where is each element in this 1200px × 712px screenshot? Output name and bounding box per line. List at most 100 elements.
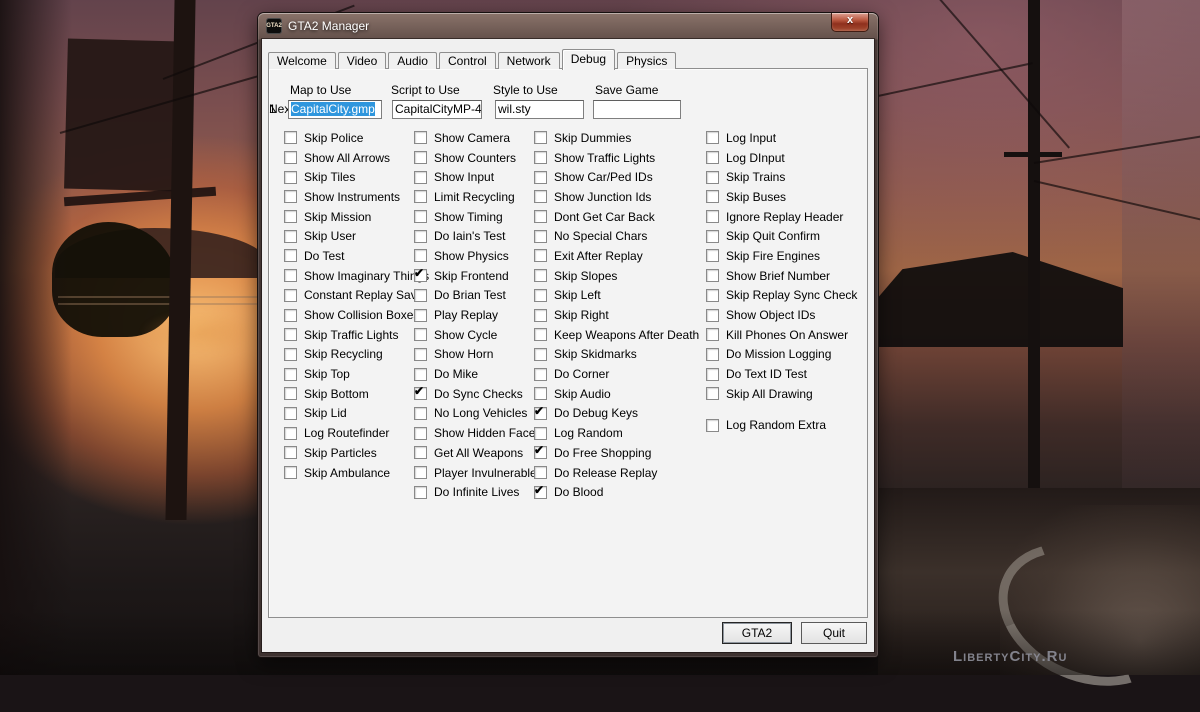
checkbox-do-brian-test[interactable]: Do Brian Test	[414, 286, 541, 306]
checkbox-skip-traffic-lights[interactable]: Skip Traffic Lights	[284, 325, 429, 345]
close-button[interactable]: x	[831, 13, 869, 32]
checkbox-keep-weapons-after-death[interactable]: Keep Weapons After Death	[534, 325, 699, 345]
checkbox-log-dinput[interactable]: Log DInput	[706, 148, 857, 168]
checkbox-show-all-arrows[interactable]: Show All Arrows	[284, 148, 429, 168]
tab-control[interactable]: Control	[438, 52, 496, 69]
checkbox-box: ✔	[534, 444, 547, 460]
checkbox-play-replay[interactable]: Play Replay	[414, 305, 541, 325]
checkbox-do-infinite-lives[interactable]: Do Infinite Lives	[414, 482, 541, 502]
checkbox-do-free-shopping[interactable]: ✔ Do Free Shopping	[534, 443, 699, 463]
checkbox-label: Exit After Replay	[554, 248, 643, 263]
checkbox-show-input[interactable]: Show Input	[414, 167, 541, 187]
checkbox-skip-audio[interactable]: Skip Audio	[534, 384, 699, 404]
checkbox-show-brief-number[interactable]: Show Brief Number	[706, 266, 857, 286]
checkbox-skip-top[interactable]: Skip Top	[284, 364, 429, 384]
checkbox-skip-skidmarks[interactable]: Skip Skidmarks	[534, 345, 699, 365]
checkbox-constant-replay-save[interactable]: Constant Replay Save	[284, 286, 429, 306]
checkbox-show-object-ids[interactable]: Show Object IDs	[706, 305, 857, 325]
checkbox-do-blood[interactable]: ✔ Do Blood	[534, 482, 699, 502]
checkbox-do-debug-keys[interactable]: ✔ Do Debug Keys	[534, 404, 699, 424]
checkbox-no-long-vehicles[interactable]: No Long Vehicles	[414, 404, 541, 424]
checkbox-do-mike[interactable]: Do Mike	[414, 364, 541, 384]
checkbox-show-cycle[interactable]: Show Cycle	[414, 325, 541, 345]
checkbox-skip-all-drawing[interactable]: Skip All Drawing	[706, 384, 857, 404]
checkbox-show-junction-ids[interactable]: Show Junction Ids	[534, 187, 699, 207]
checkbox-kill-phones-on-answer[interactable]: Kill Phones On Answer	[706, 325, 857, 345]
checkbox-label: Skip Left	[554, 288, 601, 303]
checkbox-skip-lid[interactable]: Skip Lid	[284, 404, 429, 424]
checkbox-player-invulnerable[interactable]: Player Invulnerable	[414, 463, 541, 483]
checkbox-do-sync-checks[interactable]: ✔ Do Sync Checks	[414, 384, 541, 404]
checkbox-do-iain-s-test[interactable]: Do Iain's Test	[414, 226, 541, 246]
style-to-use-input[interactable]: wil.sty	[495, 100, 584, 119]
checkbox-label: No Long Vehicles	[434, 406, 528, 421]
checkbox-skip-quit-confirm[interactable]: Skip Quit Confirm	[706, 226, 857, 246]
checkbox-skip-frontend[interactable]: ✔ Skip Frontend	[414, 266, 541, 286]
checkbox-skip-tiles[interactable]: Skip Tiles	[284, 167, 429, 187]
checkbox-exit-after-replay[interactable]: Exit After Replay	[534, 246, 699, 266]
checkbox-label: Skip Buses	[726, 189, 787, 204]
checkbox-do-mission-logging[interactable]: Do Mission Logging	[706, 345, 857, 365]
checkbox-show-imaginary-things[interactable]: Show Imaginary Things	[284, 266, 429, 286]
checkbox-skip-replay-sync-check[interactable]: Skip Replay Sync Check	[706, 286, 857, 306]
checkbox-do-release-replay[interactable]: Do Release Replay	[534, 463, 699, 483]
checkbox-show-car-ped-ids[interactable]: Show Car/Ped IDs	[534, 167, 699, 187]
checkbox-show-collision-boxes[interactable]: Show Collision Boxes	[284, 305, 429, 325]
checkbox-skip-police[interactable]: Skip Police	[284, 128, 429, 148]
checkbox-show-counters[interactable]: Show Counters	[414, 148, 541, 168]
tab-audio[interactable]: Audio	[388, 52, 437, 69]
checkbox-do-corner[interactable]: Do Corner	[534, 364, 699, 384]
checkbox-log-random[interactable]: Log Random	[534, 423, 699, 443]
tab-network[interactable]: Network	[497, 52, 560, 69]
checkbox-label: Do Debug Keys	[554, 406, 639, 421]
checkbox-show-physics[interactable]: Show Physics	[414, 246, 541, 266]
checkbox-skip-buses[interactable]: Skip Buses	[706, 187, 857, 207]
checkbox-skip-bottom[interactable]: Skip Bottom	[284, 384, 429, 404]
checkbox-skip-right[interactable]: Skip Right	[534, 305, 699, 325]
map-to-use-input[interactable]: CapitalCity.gmp	[288, 100, 382, 119]
tab-physics[interactable]: Physics	[617, 52, 677, 69]
titlebar[interactable]: GTA2 GTA2 Manager x	[258, 13, 878, 39]
checkbox-box	[284, 466, 297, 480]
checkbox-log-routefinder[interactable]: Log Routefinder	[284, 423, 429, 443]
checkbox-show-horn[interactable]: Show Horn	[414, 345, 541, 365]
checkbox-skip-ambulance[interactable]: Skip Ambulance	[284, 463, 429, 483]
tab-video[interactable]: Video	[337, 52, 387, 69]
checkbox-show-timing[interactable]: Show Timing	[414, 207, 541, 227]
checkbox-show-traffic-lights[interactable]: Show Traffic Lights	[534, 148, 699, 168]
checkbox-box	[706, 151, 719, 165]
checkbox-skip-slopes[interactable]: Skip Slopes	[534, 266, 699, 286]
checkbox-get-all-weapons[interactable]: Get All Weapons	[414, 443, 541, 463]
checkbox-skip-user[interactable]: Skip User	[284, 226, 429, 246]
sunlit-grass	[140, 310, 260, 355]
tab-welcome[interactable]: Welcome	[268, 52, 336, 69]
checkbox-label: Show Camera	[434, 130, 511, 145]
checkbox-show-hidden-faces[interactable]: Show Hidden Faces	[414, 423, 541, 443]
script-to-use-input[interactable]: CapitalCityMP-4P.s	[392, 100, 482, 119]
map-to-use-label: Map to Use	[290, 83, 352, 97]
checkbox-skip-left[interactable]: Skip Left	[534, 286, 699, 306]
quit-button[interactable]: Quit	[801, 622, 867, 644]
checkbox-log-random-extra[interactable]: Log Random Extra	[706, 416, 857, 436]
checkbox-limit-recycling[interactable]: Limit Recycling	[414, 187, 541, 207]
checkbox-skip-recycling[interactable]: Skip Recycling	[284, 345, 429, 365]
checkbox-skip-trains[interactable]: Skip Trains	[706, 167, 857, 187]
checkbox-do-text-id-test[interactable]: Do Text ID Test	[706, 364, 857, 384]
checkbox-box	[534, 328, 547, 342]
tab-debug[interactable]: Debug	[561, 49, 616, 70]
checkbox-skip-dummies[interactable]: Skip Dummies	[534, 128, 699, 148]
checkbox-ignore-replay-header[interactable]: Ignore Replay Header	[706, 207, 857, 227]
checkbox-show-camera[interactable]: Show Camera	[414, 128, 541, 148]
save-game-input[interactable]	[593, 100, 681, 119]
checkbox-dont-get-car-back[interactable]: Dont Get Car Back	[534, 207, 699, 227]
checkbox-skip-particles[interactable]: Skip Particles	[284, 443, 429, 463]
checkbox-no-special-chars[interactable]: No Special Chars	[534, 226, 699, 246]
checkbox-log-input[interactable]: Log Input	[706, 128, 857, 148]
checkbox-box	[284, 210, 297, 224]
checkbox-skip-fire-engines[interactable]: Skip Fire Engines	[706, 246, 857, 266]
checkbox-show-instruments[interactable]: Show Instruments	[284, 187, 429, 207]
gta2-button[interactable]: GTA2	[722, 622, 792, 644]
checkbox-do-test[interactable]: Do Test	[284, 246, 429, 266]
checkbox-skip-mission[interactable]: Skip Mission	[284, 207, 429, 227]
checkbox-label: Do Free Shopping	[554, 445, 652, 460]
